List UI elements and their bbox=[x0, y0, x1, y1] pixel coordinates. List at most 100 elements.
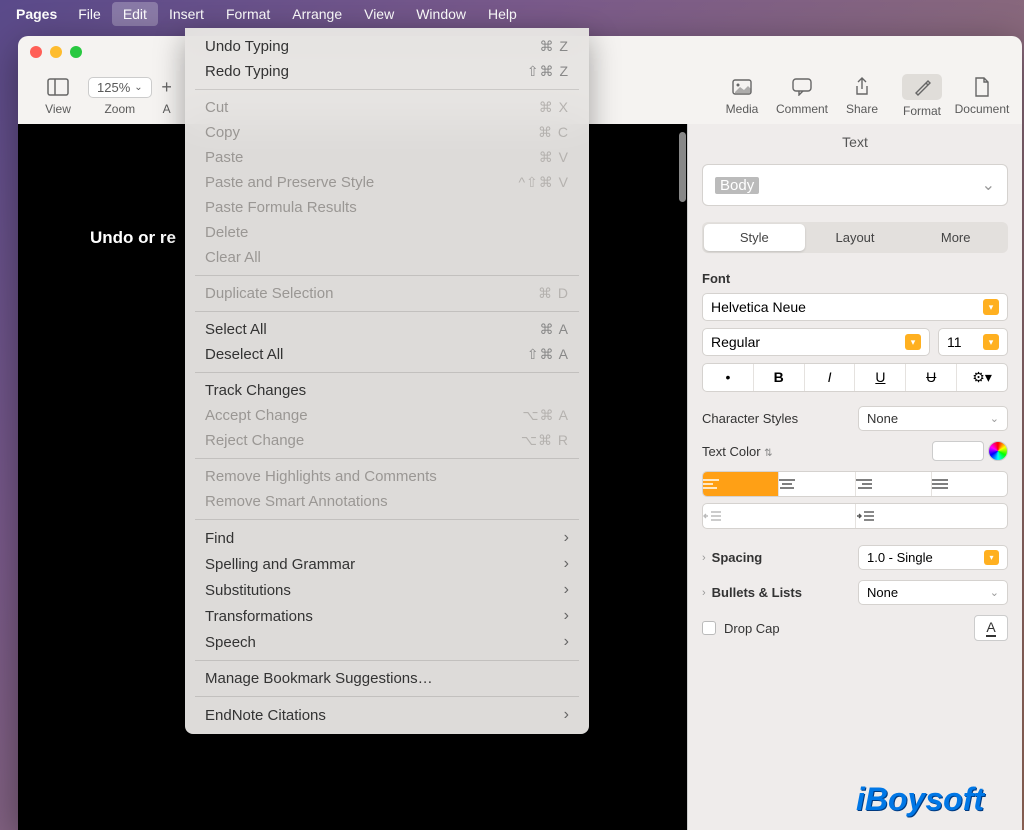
app-name[interactable]: Pages bbox=[16, 6, 57, 22]
format-icon bbox=[912, 76, 932, 98]
text-color-well[interactable] bbox=[932, 441, 984, 461]
dropcap-checkbox[interactable] bbox=[702, 621, 716, 635]
dropcap-label: Drop Cap bbox=[724, 621, 780, 636]
minimize-button[interactable] bbox=[50, 46, 62, 58]
sidebar-tabs: Style Layout More bbox=[702, 222, 1008, 253]
align-left-button[interactable] bbox=[703, 472, 779, 496]
menu-paste-formula[interactable]: Paste Formula Results bbox=[185, 195, 589, 220]
chevron-down-icon: ⌄ bbox=[982, 175, 995, 195]
tab-style[interactable]: Style bbox=[704, 224, 805, 251]
menu-spelling[interactable]: Spelling and Grammar bbox=[185, 551, 589, 577]
edit-menu-dropdown: Undo Typing⌘ Z Redo Typing⇧⌘ Z Cut⌘ X Co… bbox=[185, 28, 589, 734]
menu-transformations[interactable]: Transformations bbox=[185, 603, 589, 629]
document-text: Undo or re bbox=[90, 228, 176, 248]
media-icon bbox=[732, 76, 752, 98]
menu-select-all[interactable]: Select All⌘ A bbox=[185, 317, 589, 342]
toolbar-comment[interactable]: Comment bbox=[772, 76, 832, 116]
spacing-label: Spacing bbox=[712, 550, 763, 565]
disclosure-icon[interactable]: › bbox=[702, 587, 706, 599]
menu-reject-change[interactable]: Reject Change⌥⌘ R bbox=[185, 428, 589, 453]
toolbar-view[interactable]: View bbox=[28, 76, 88, 116]
close-button[interactable] bbox=[30, 46, 42, 58]
menu-substitutions[interactable]: Substitutions bbox=[185, 577, 589, 603]
stepper-icon: ▾ bbox=[983, 299, 999, 315]
character-styles-select[interactable]: None ⌄ bbox=[858, 406, 1008, 431]
spacing-select[interactable]: 1.0 - Single ▾ bbox=[858, 545, 1008, 570]
toolbar-add[interactable]: + A bbox=[152, 76, 182, 116]
menu-deselect-all[interactable]: Deselect All⇧⌘ A bbox=[185, 342, 589, 367]
toolbar-view-label: View bbox=[45, 102, 71, 116]
font-style-buttons: • B I U U ⚙︎▾ bbox=[702, 363, 1008, 392]
menu-remove-highlights[interactable]: Remove Highlights and Comments bbox=[185, 464, 589, 489]
toolbar-comment-label: Comment bbox=[776, 102, 828, 116]
menu-accept-change[interactable]: Accept Change⌥⌘ A bbox=[185, 403, 589, 428]
menu-insert[interactable]: Insert bbox=[158, 2, 215, 26]
chevron-down-icon: ⌄ bbox=[990, 412, 999, 425]
align-right-button[interactable] bbox=[856, 472, 932, 496]
document-icon bbox=[974, 76, 990, 98]
indent-row bbox=[702, 503, 1008, 529]
toolbar-share-label: Share bbox=[846, 102, 878, 116]
menu-duplicate[interactable]: Duplicate Selection⌘ D bbox=[185, 281, 589, 306]
tab-layout[interactable]: Layout bbox=[805, 224, 906, 251]
toolbar-zoom[interactable]: 125%⌄ Zoom bbox=[88, 77, 152, 116]
share-icon bbox=[854, 76, 870, 98]
menu-find[interactable]: Find bbox=[185, 525, 589, 551]
zoom-value: 125% bbox=[97, 80, 130, 95]
font-family-select[interactable]: Helvetica Neue ▾ bbox=[702, 293, 1008, 321]
menu-paste-preserve[interactable]: Paste and Preserve Style^⇧⌘ V bbox=[185, 170, 589, 195]
indent-button[interactable] bbox=[856, 504, 1008, 528]
color-picker-button[interactable] bbox=[988, 441, 1008, 461]
paragraph-style-selector[interactable]: Body ⌄ bbox=[702, 164, 1008, 206]
menu-endnote[interactable]: EndNote Citations bbox=[185, 702, 589, 728]
italic-button[interactable]: I bbox=[805, 364, 856, 391]
sidebar-title: Text bbox=[702, 134, 1008, 150]
toolbar-document[interactable]: Document bbox=[952, 76, 1012, 116]
toolbar-media[interactable]: Media bbox=[712, 76, 772, 116]
menu-track-changes[interactable]: Track Changes bbox=[185, 378, 589, 403]
outdent-button[interactable] bbox=[703, 504, 856, 528]
menu-copy[interactable]: Copy⌘ C bbox=[185, 120, 589, 145]
menu-view[interactable]: View bbox=[353, 2, 405, 26]
menu-clear-all[interactable]: Clear All bbox=[185, 245, 589, 270]
menu-file[interactable]: File bbox=[67, 2, 112, 26]
menu-delete[interactable]: Delete bbox=[185, 220, 589, 245]
menu-cut[interactable]: Cut⌘ X bbox=[185, 95, 589, 120]
stepper-icon: ▾ bbox=[983, 334, 999, 350]
bold-button[interactable]: B bbox=[754, 364, 805, 391]
zoom-button[interactable] bbox=[70, 46, 82, 58]
dropcap-preview[interactable]: A bbox=[974, 615, 1008, 641]
font-family-value: Helvetica Neue bbox=[711, 299, 806, 315]
advanced-font-button[interactable]: ⚙︎▾ bbox=[957, 364, 1007, 391]
underline-button[interactable]: U bbox=[855, 364, 906, 391]
character-styles-label: Character Styles bbox=[702, 411, 798, 426]
menu-undo[interactable]: Undo Typing⌘ Z bbox=[185, 34, 589, 59]
bullet-style-button[interactable]: • bbox=[703, 364, 754, 391]
menu-window[interactable]: Window bbox=[405, 2, 477, 26]
paragraph-style-name: Body bbox=[715, 177, 759, 194]
scrollbar-thumb[interactable] bbox=[679, 132, 686, 202]
menu-format[interactable]: Format bbox=[215, 2, 281, 26]
menu-arrange[interactable]: Arrange bbox=[281, 2, 353, 26]
menu-speech[interactable]: Speech bbox=[185, 629, 589, 655]
toolbar-format[interactable]: Format bbox=[892, 74, 952, 118]
toolbar-share[interactable]: Share bbox=[832, 76, 892, 116]
menu-edit[interactable]: Edit bbox=[112, 2, 158, 26]
align-center-button[interactable] bbox=[779, 472, 855, 496]
menu-bookmarks[interactable]: Manage Bookmark Suggestions… bbox=[185, 666, 589, 691]
menu-remove-smart[interactable]: Remove Smart Annotations bbox=[185, 489, 589, 514]
toolbar-zoom-label: Zoom bbox=[104, 102, 135, 116]
stepper-icon: ▾ bbox=[905, 334, 921, 350]
menu-redo[interactable]: Redo Typing⇧⌘ Z bbox=[185, 59, 589, 84]
disclosure-icon[interactable]: › bbox=[702, 552, 706, 564]
bullets-select[interactable]: None ⌄ bbox=[858, 580, 1008, 605]
menu-help[interactable]: Help bbox=[477, 2, 528, 26]
bullets-value: None bbox=[867, 585, 898, 600]
align-justify-button[interactable] bbox=[932, 472, 1007, 496]
tab-more[interactable]: More bbox=[905, 224, 1006, 251]
font-style-select[interactable]: Regular ▾ bbox=[702, 328, 930, 356]
font-size-field[interactable]: 11 ▾ bbox=[938, 328, 1008, 356]
strikethrough-button[interactable]: U bbox=[906, 364, 957, 391]
menu-paste[interactable]: Paste⌘ V bbox=[185, 145, 589, 170]
toolbar-media-label: Media bbox=[726, 102, 759, 116]
